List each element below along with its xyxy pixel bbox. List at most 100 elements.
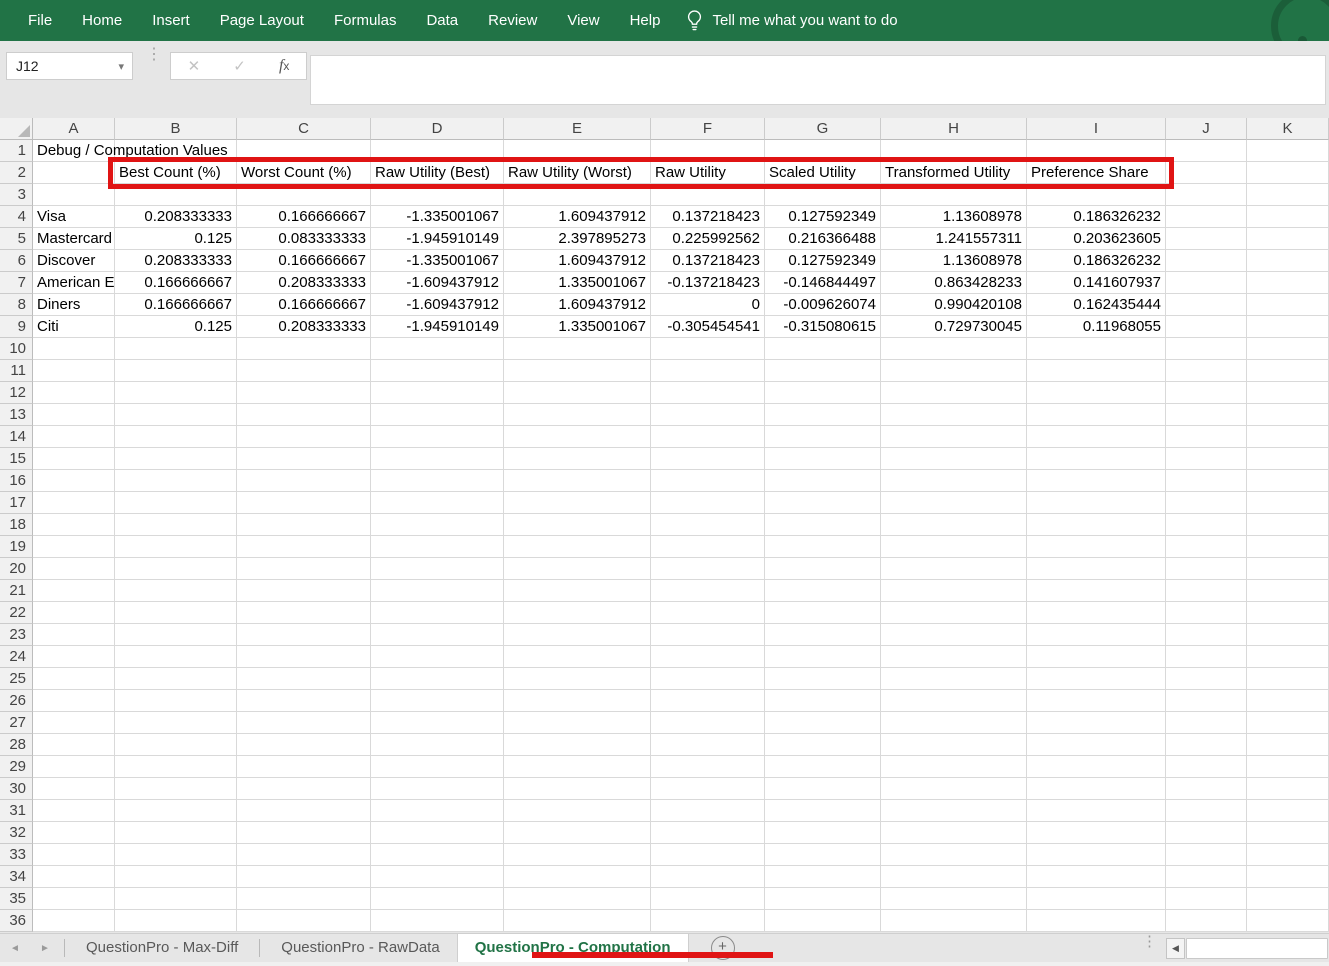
cell-F14[interactable] <box>651 426 765 448</box>
cell-E3[interactable] <box>504 184 651 206</box>
cell-F24[interactable] <box>651 646 765 668</box>
cell-H19[interactable] <box>881 536 1027 558</box>
cell-J7[interactable] <box>1166 272 1247 294</box>
ribbon-tab-help[interactable]: Help <box>615 0 676 41</box>
cell-K17[interactable] <box>1247 492 1329 514</box>
cell-H18[interactable] <box>881 514 1027 536</box>
cell-J36[interactable] <box>1166 910 1247 932</box>
tab-scroll-right-icon[interactable]: ► <box>30 943 60 954</box>
cell-K20[interactable] <box>1247 558 1329 580</box>
cell-G10[interactable] <box>765 338 881 360</box>
cell-I21[interactable] <box>1027 580 1166 602</box>
cell-D31[interactable] <box>371 800 504 822</box>
cell-K19[interactable] <box>1247 536 1329 558</box>
cell-C24[interactable] <box>237 646 371 668</box>
cell-G17[interactable] <box>765 492 881 514</box>
cell-E14[interactable] <box>504 426 651 448</box>
cell-A14[interactable] <box>33 426 115 448</box>
cell-I30[interactable] <box>1027 778 1166 800</box>
cell-J3[interactable] <box>1166 184 1247 206</box>
cell-G15[interactable] <box>765 448 881 470</box>
cell-D33[interactable] <box>371 844 504 866</box>
cell-J9[interactable] <box>1166 316 1247 338</box>
cell-G23[interactable] <box>765 624 881 646</box>
cell-I31[interactable] <box>1027 800 1166 822</box>
cell-F6[interactable]: 0.137218423 <box>651 250 765 272</box>
column-header-F[interactable]: F <box>651 118 765 140</box>
row-header-17[interactable]: 17 <box>0 492 33 514</box>
cell-D36[interactable] <box>371 910 504 932</box>
cell-A20[interactable] <box>33 558 115 580</box>
cell-G24[interactable] <box>765 646 881 668</box>
cell-E25[interactable] <box>504 668 651 690</box>
cell-J32[interactable] <box>1166 822 1247 844</box>
column-header-C[interactable]: C <box>237 118 371 140</box>
cell-H21[interactable] <box>881 580 1027 602</box>
row-header-9[interactable]: 9 <box>0 316 33 338</box>
cell-K26[interactable] <box>1247 690 1329 712</box>
cell-C36[interactable] <box>237 910 371 932</box>
cell-G22[interactable] <box>765 602 881 624</box>
cell-G28[interactable] <box>765 734 881 756</box>
row-header-14[interactable]: 14 <box>0 426 33 448</box>
cell-E16[interactable] <box>504 470 651 492</box>
row-header-29[interactable]: 29 <box>0 756 33 778</box>
cell-K31[interactable] <box>1247 800 1329 822</box>
cell-K4[interactable] <box>1247 206 1329 228</box>
cell-B16[interactable] <box>115 470 237 492</box>
column-header-E[interactable]: E <box>504 118 651 140</box>
cell-D4[interactable]: -1.335001067 <box>371 206 504 228</box>
cell-E30[interactable] <box>504 778 651 800</box>
row-header-18[interactable]: 18 <box>0 514 33 536</box>
cell-H30[interactable] <box>881 778 1027 800</box>
cell-J29[interactable] <box>1166 756 1247 778</box>
row-header-24[interactable]: 24 <box>0 646 33 668</box>
cell-C21[interactable] <box>237 580 371 602</box>
cell-I25[interactable] <box>1027 668 1166 690</box>
cell-I6[interactable]: 0.186326232 <box>1027 250 1166 272</box>
cell-B18[interactable] <box>115 514 237 536</box>
cell-I5[interactable]: 0.203623605 <box>1027 228 1166 250</box>
cell-D5[interactable]: -1.945910149 <box>371 228 504 250</box>
cell-D18[interactable] <box>371 514 504 536</box>
cell-H1[interactable] <box>881 140 1027 162</box>
ribbon-tab-page-layout[interactable]: Page Layout <box>205 0 319 41</box>
cell-F5[interactable]: 0.225992562 <box>651 228 765 250</box>
splitter-handle-icon[interactable]: ⋮ <box>1142 937 1152 946</box>
cell-H5[interactable]: 1.241557311 <box>881 228 1027 250</box>
cell-I22[interactable] <box>1027 602 1166 624</box>
cell-B6[interactable]: 0.208333333 <box>115 250 237 272</box>
row-header-25[interactable]: 25 <box>0 668 33 690</box>
cell-I27[interactable] <box>1027 712 1166 734</box>
cell-H22[interactable] <box>881 602 1027 624</box>
cell-J19[interactable] <box>1166 536 1247 558</box>
cell-E35[interactable] <box>504 888 651 910</box>
cell-C16[interactable] <box>237 470 371 492</box>
cell-J30[interactable] <box>1166 778 1247 800</box>
cell-E11[interactable] <box>504 360 651 382</box>
cell-B35[interactable] <box>115 888 237 910</box>
cell-B10[interactable] <box>115 338 237 360</box>
cell-C11[interactable] <box>237 360 371 382</box>
cell-K15[interactable] <box>1247 448 1329 470</box>
cell-C9[interactable]: 0.208333333 <box>237 316 371 338</box>
cell-B29[interactable] <box>115 756 237 778</box>
cell-H11[interactable] <box>881 360 1027 382</box>
cell-H20[interactable] <box>881 558 1027 580</box>
cell-G11[interactable] <box>765 360 881 382</box>
cell-G20[interactable] <box>765 558 881 580</box>
enter-icon[interactable]: ✓ <box>233 57 246 75</box>
cell-G27[interactable] <box>765 712 881 734</box>
cell-J1[interactable] <box>1166 140 1247 162</box>
cell-E10[interactable] <box>504 338 651 360</box>
cell-B5[interactable]: 0.125 <box>115 228 237 250</box>
cell-F1[interactable] <box>651 140 765 162</box>
column-header-K[interactable]: K <box>1247 118 1329 140</box>
cell-E36[interactable] <box>504 910 651 932</box>
cell-D20[interactable] <box>371 558 504 580</box>
cell-A19[interactable] <box>33 536 115 558</box>
cell-H12[interactable] <box>881 382 1027 404</box>
cell-A32[interactable] <box>33 822 115 844</box>
cell-K34[interactable] <box>1247 866 1329 888</box>
cell-K29[interactable] <box>1247 756 1329 778</box>
